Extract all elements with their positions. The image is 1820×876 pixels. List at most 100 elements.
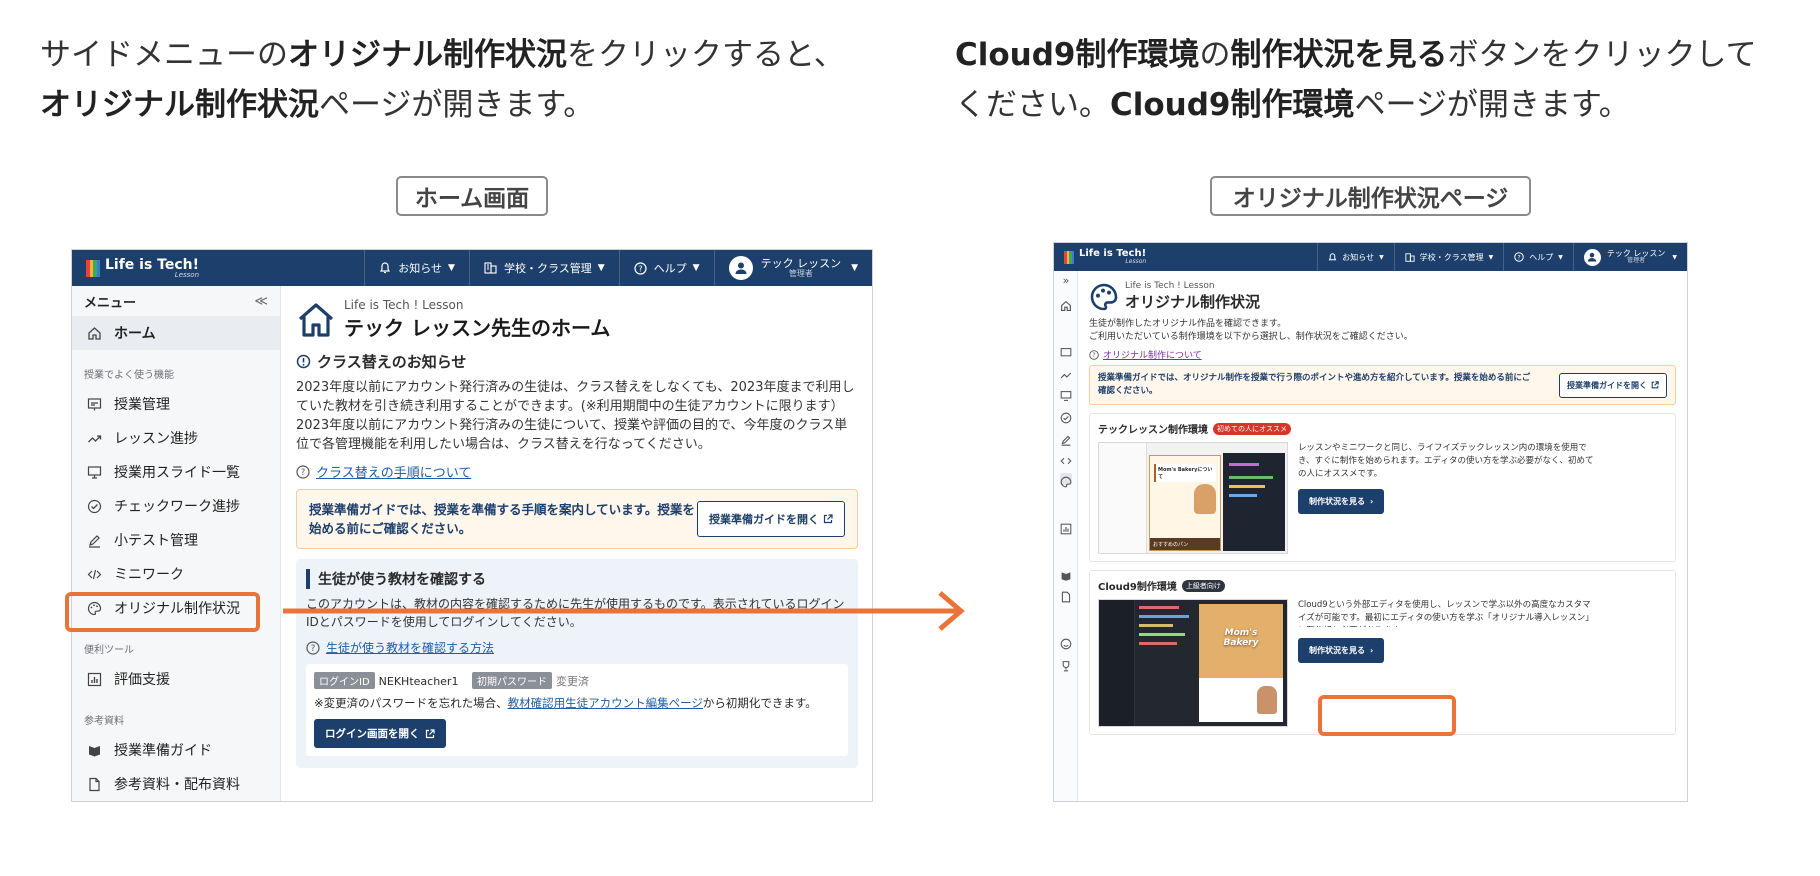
open-prep-guide-button[interactable]: 授業準備ガイドを開く (697, 501, 845, 537)
palette-icon[interactable] (1060, 473, 1072, 488)
expand-icon[interactable]: » (1060, 275, 1072, 287)
env-header: テックレッスン制作環境 初めての人にオススメ (1098, 421, 1667, 436)
password-note-text: から初期化できます。 (702, 696, 817, 710)
env-title: Cloud9制作環境 (1098, 582, 1177, 593)
nav-school[interactable]: 学校・クラス管理 ▼ (1393, 243, 1503, 271)
chart-icon (86, 671, 102, 687)
page-description: 生徒が制作したオリジナル作品を確認できます。 (1089, 319, 1287, 329)
home-header: Life is Tech ! Lesson テック レッスン先生のホーム (296, 298, 858, 341)
slides-icon[interactable] (1060, 344, 1072, 357)
student-account-edit-link[interactable]: 教材確認用生徒アカウント編集ページ (508, 696, 703, 710)
building-icon (484, 262, 497, 274)
init-password-tag: 初期パスワード (471, 672, 552, 689)
svg-text:?: ? (1092, 352, 1095, 359)
view-status-techlesson-button[interactable]: 制作状況を見る › (1298, 489, 1385, 514)
sidebar-item-label: 授業管理 (114, 397, 170, 413)
sidebar-item-home[interactable]: ホーム (72, 316, 280, 350)
init-password-value: 変更済 (555, 675, 589, 688)
sidebar-item-label: 授業用スライド一覧 (114, 465, 240, 481)
logo[interactable]: Life is Tech! Lesson (86, 258, 199, 279)
sidebar-item-label: 参考資料・配布資料 (114, 777, 240, 793)
help-icon: ? (306, 640, 320, 655)
env-title: テックレッスン制作環境 (1098, 425, 1208, 436)
code-icon (86, 566, 102, 582)
instruction-left: サイドメニューのオリジナル制作状況をクリックすると、 オリジナル制作状況ページが… (40, 37, 845, 123)
home-icon[interactable] (1060, 297, 1072, 311)
avatar-icon (728, 256, 753, 280)
chevron-down-icon: ▼ (1558, 253, 1563, 261)
prep-guide-banner: 授業準備ガイドでは、オリジナル制作を授業で行う際のポイントや進め方を紹介していま… (1089, 365, 1676, 405)
monitor-icon[interactable] (1060, 387, 1072, 401)
user-menu[interactable]: テック レッスン 管理者 ▼ (713, 250, 872, 286)
check-circle-icon (86, 498, 102, 514)
material-howto-link[interactable]: 生徒が使う教材を確認する方法 (326, 639, 494, 656)
env-body: Mom's Bakeryについて おすすめのパン レッスンやミニワークと同じ、ラ… (1098, 442, 1667, 554)
book-icon[interactable] (1060, 567, 1072, 581)
chevron-right-icon: › (1370, 646, 1374, 655)
nav-help[interactable]: ? ヘルプ ▼ (1503, 243, 1573, 271)
sidebar-item-prep-guide[interactable]: 授業準備ガイド (72, 733, 280, 767)
check-circle-icon[interactable] (1060, 409, 1072, 424)
slides-icon (86, 396, 102, 412)
trend-icon[interactable] (1060, 366, 1072, 379)
nav-help[interactable]: ? ヘルプ ▼ (618, 250, 714, 286)
nav-school[interactable]: 学校・クラス管理 ▼ (468, 250, 619, 286)
help-icon: ? (296, 464, 310, 479)
nav-news[interactable]: お知らせ ▼ (364, 250, 469, 286)
highlight-original-status-item (65, 592, 260, 632)
sidebar-item-lesson-progress[interactable]: レッスン進捗 (72, 421, 280, 455)
nav-news[interactable]: お知らせ ▼ (1317, 243, 1393, 271)
trophy-icon[interactable] (1060, 657, 1072, 672)
notice-heading: クラス替えのお知らせ (296, 351, 858, 372)
chevron-down-icon: ▼ (851, 263, 858, 273)
chevron-down-icon: ▼ (1379, 253, 1384, 261)
chart-icon[interactable] (1060, 520, 1072, 535)
logo[interactable]: Life is Tech! Lesson (1064, 249, 1146, 265)
sidebar-item-miniwork[interactable]: ミニワーク (72, 557, 280, 591)
button-label: 制作状況を見る (1309, 497, 1365, 506)
prep-guide-text: 授業準備ガイドでは、授業を準備する手順を案内しています。授業を始める前にご確認く… (309, 502, 695, 536)
sidebar-item-quiz[interactable]: 小テスト管理 (72, 523, 280, 557)
sidebar-group-ref: 参考資料 (84, 716, 124, 727)
sidebar-item-evaluation[interactable]: 評価支援 (72, 662, 280, 696)
about-original-link[interactable]: オリジナル制作について (1103, 348, 1202, 361)
bell-icon (1328, 252, 1337, 262)
advanced-badge: 上級者向け (1181, 579, 1225, 592)
code-icon[interactable] (1060, 452, 1072, 465)
external-link-icon (425, 728, 435, 739)
chevron-down-icon: ▼ (1488, 253, 1494, 261)
user-menu[interactable]: テック レッスン 管理者 ▼ (1572, 243, 1687, 271)
collapse-icon[interactable]: ≪ (254, 294, 268, 309)
button-label: ログイン画面を開く (325, 728, 420, 740)
sidebar-item-label: チェックワーク進捗 (114, 499, 240, 515)
document-icon (86, 776, 102, 792)
external-link-icon (1651, 381, 1659, 389)
sidebar-item-label: 授業準備ガイド (114, 743, 212, 759)
button-label: 制作状況を見る (1309, 646, 1365, 655)
document-icon[interactable] (1060, 588, 1072, 603)
view-status-cloud9-button[interactable]: 制作状況を見る › (1298, 638, 1385, 663)
notice-title: クラス替えのお知らせ (317, 353, 467, 371)
smile-icon[interactable] (1060, 635, 1072, 650)
sidebar-item-checkwork[interactable]: チェックワーク進捗 (72, 489, 280, 523)
sidebar-item-lesson-management[interactable]: 授業管理 (72, 387, 280, 421)
sidebar-item-materials[interactable]: 参考資料・配布資料 (72, 767, 280, 801)
thumbnail-caption: おすすめのパン (1150, 538, 1220, 550)
chevron-down-icon: ▼ (448, 263, 455, 273)
class-change-link[interactable]: クラス替えの手順について (316, 462, 471, 481)
material-title: 生徒が使う教材を確認する (306, 569, 848, 589)
password-note: ※変更済のパスワードを忘れた場合、教材確認用生徒アカウント編集ページから初期化で… (314, 695, 840, 711)
chevron-down-icon: ▼ (1672, 253, 1677, 261)
pen-icon[interactable] (1060, 431, 1072, 446)
caption-original-status-page: オリジナル制作状況ページ (1210, 176, 1531, 216)
nav-news-label: お知らせ (1342, 252, 1375, 262)
open-login-button[interactable]: ログイン画面を開く (314, 719, 446, 748)
open-prep-guide-button[interactable]: 授業準備ガイドを開く (1559, 372, 1667, 398)
material-body: このアカウントは、教材の内容を確認するために先生が使用するものです。表示されてい… (306, 597, 845, 629)
logo-mark-icon (86, 259, 100, 277)
menu-title: メニュー (84, 295, 137, 311)
help-icon: ? (634, 261, 647, 275)
prep-guide-text: 授業準備ガイドでは、オリジナル制作を授業で行う際のポイントや進め方を紹介していま… (1098, 373, 1531, 396)
logo-sub: Lesson (1125, 258, 1147, 265)
sidebar-item-slides[interactable]: 授業用スライド一覧 (72, 455, 280, 489)
